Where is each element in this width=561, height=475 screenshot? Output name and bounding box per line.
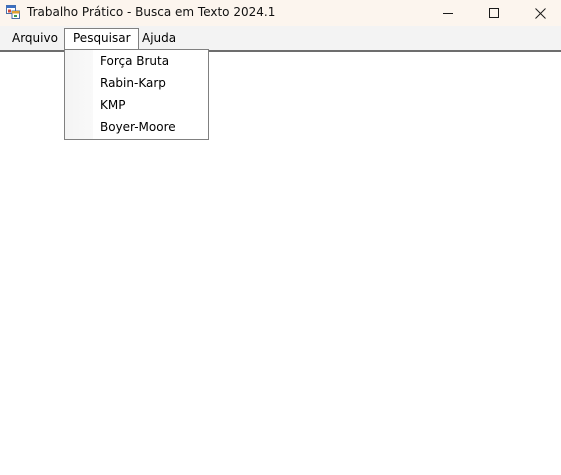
window-title: Trabalho Prático - Busca em Texto 2024.1 <box>27 5 276 19</box>
title-bar[interactable]: Trabalho Prático - Busca em Texto 2024.1 <box>0 0 561 26</box>
menu-arquivo[interactable]: Arquivo <box>6 29 64 47</box>
menu-item-forca-bruta[interactable]: Força Bruta <box>65 50 208 72</box>
minimize-icon <box>443 13 453 14</box>
menu-item-label: Boyer-Moore <box>100 120 176 134</box>
menu-ajuda[interactable]: Ajuda <box>136 29 182 47</box>
menu-pesquisar[interactable]: Pesquisar <box>64 28 139 49</box>
maximize-icon <box>489 8 499 18</box>
menu-item-label: Rabin-Karp <box>100 76 166 90</box>
menu-bar: Arquivo Pesquisar Ajuda <box>0 26 561 50</box>
minimize-button[interactable] <box>425 0 471 26</box>
menu-item-label: Força Bruta <box>100 54 170 68</box>
menu-item-boyer-moore[interactable]: Boyer-Moore <box>65 116 208 138</box>
close-button[interactable] <box>517 0 561 26</box>
maximize-button[interactable] <box>471 0 517 26</box>
app-form-icon <box>6 5 20 19</box>
pesquisar-dropdown: Força Bruta Rabin-Karp KMP Boyer-Moore <box>64 49 209 140</box>
app-window: Trabalho Prático - Busca em Texto 2024.1… <box>0 0 561 475</box>
menu-item-kmp[interactable]: KMP <box>65 94 208 116</box>
menu-item-rabin-karp[interactable]: Rabin-Karp <box>65 72 208 94</box>
menu-item-label: KMP <box>100 98 126 112</box>
close-icon <box>534 7 546 19</box>
